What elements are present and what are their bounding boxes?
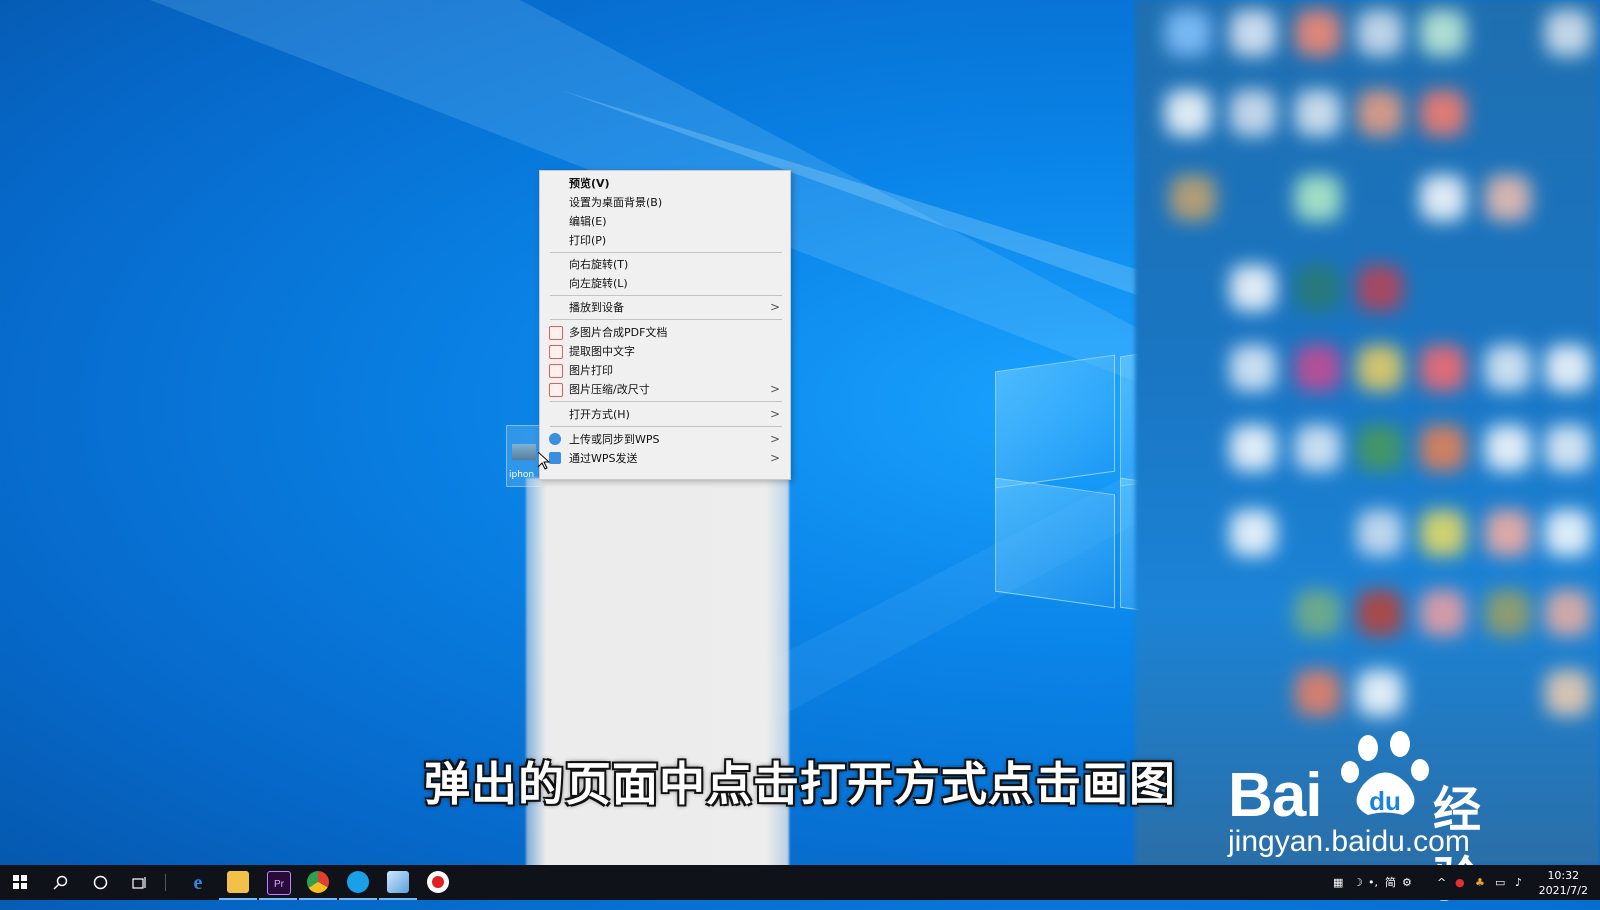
chevron-right-icon: > xyxy=(769,407,780,421)
menu-separator xyxy=(550,426,782,427)
menu-item-preview[interactable]: 预览(V) xyxy=(540,174,790,193)
menu-separator xyxy=(550,295,782,296)
messaging-app-icon[interactable] xyxy=(347,871,369,893)
menu-separator xyxy=(550,252,782,253)
tray-punctuation-icon[interactable]: •, xyxy=(1368,865,1378,900)
taskbar: e Pr ▦ ☽ •, 简 ⚙ ^ ● ♣ ▭ ♪ 10:32 2021/7/2 xyxy=(0,865,1600,900)
cortana-circle-icon xyxy=(93,875,107,890)
menu-item-rotate-right[interactable]: 向右旋转(T) xyxy=(540,255,790,274)
taskbar-divider xyxy=(165,874,166,891)
cortana-button[interactable] xyxy=(80,865,120,900)
search-icon xyxy=(52,875,67,890)
image-compress-icon xyxy=(549,383,563,397)
cloud-upload-icon xyxy=(549,433,561,445)
baidu-jingyan-watermark: Bai du 经验 jingyan.baidu.com xyxy=(1228,730,1528,908)
menu-separator xyxy=(550,401,782,402)
menu-item-merge-pdf[interactable]: 多图片合成PDF文档 xyxy=(540,323,790,342)
search-button[interactable] xyxy=(40,865,80,900)
tray-ime-simplified[interactable]: 简 xyxy=(1385,865,1396,900)
context-menu: 预览(V) 设置为桌面背景(B) 编辑(E) 打印(P) 向右旋转(T) 向左旋… xyxy=(539,170,791,480)
printer-icon xyxy=(549,364,563,378)
menu-item-cast-to-device[interactable]: 播放到设备 > xyxy=(540,298,790,317)
clock-date: 2021/7/2 xyxy=(1538,884,1588,897)
menu-item-set-desktop-background[interactable]: 设置为桌面背景(B) xyxy=(540,193,790,212)
menu-separator xyxy=(550,319,782,320)
image-thumbnail-icon xyxy=(512,444,536,460)
chrome-browser-icon[interactable] xyxy=(307,871,329,893)
mouse-cursor-icon xyxy=(538,452,550,470)
menu-item-print[interactable]: 打印(P) xyxy=(540,231,790,250)
network-icon[interactable]: ▭ xyxy=(1495,865,1505,900)
windows-start-icon xyxy=(13,875,27,889)
baidu-paw-logo: du xyxy=(1341,731,1429,816)
svg-text:Pr: Pr xyxy=(274,879,285,890)
tray-ime-grid-icon[interactable]: ▦ xyxy=(1333,865,1343,900)
svg-text:du: du xyxy=(1369,786,1401,816)
premiere-pro-icon[interactable]: Pr xyxy=(267,871,291,895)
text-extract-icon xyxy=(549,345,563,359)
chevron-right-icon: > xyxy=(769,451,780,465)
send-icon xyxy=(549,452,561,464)
tray-app-icon[interactable]: ♣ xyxy=(1475,865,1485,900)
menu-item-edit[interactable]: 编辑(E) xyxy=(540,212,790,231)
task-view-button[interactable] xyxy=(120,865,160,900)
menu-item-image-print[interactable]: 图片打印 xyxy=(540,361,790,380)
menu-item-rotate-left[interactable]: 向左旋转(L) xyxy=(540,274,790,293)
tray-show-hidden-chevron-up-icon[interactable]: ^ xyxy=(1437,865,1446,900)
clock-time: 10:32 xyxy=(1547,869,1580,882)
pdf-merge-icon xyxy=(549,326,563,340)
tray-moon-icon[interactable]: ☽ xyxy=(1353,865,1363,900)
chevron-right-icon: > xyxy=(769,300,780,314)
menu-item-send-via-wps[interactable]: 通过WPS发送 > xyxy=(540,449,790,468)
tray-settings-gear-icon[interactable]: ⚙ xyxy=(1402,865,1412,900)
file-explorer-icon[interactable] xyxy=(227,871,249,893)
taskbar-clock[interactable]: 10:32 2021/7/2 xyxy=(1539,868,1588,898)
tray-record-icon[interactable]: ● xyxy=(1455,865,1465,900)
photos-app-icon[interactable] xyxy=(387,871,409,893)
menu-item-extract-text[interactable]: 提取图中文字 xyxy=(540,342,790,361)
svg-text:e: e xyxy=(194,872,203,893)
menu-item-open-with[interactable]: 打开方式(H) > xyxy=(540,405,790,424)
chevron-right-icon: > xyxy=(769,382,780,396)
screen-recorder-icon[interactable] xyxy=(427,871,449,893)
edge-browser-icon[interactable]: e xyxy=(187,871,209,894)
start-button[interactable] xyxy=(0,865,40,900)
menu-item-compress-resize[interactable]: 图片压缩/改尺寸 > xyxy=(540,380,790,399)
menu-item-upload-wps[interactable]: 上传或同步到WPS > xyxy=(540,430,790,449)
task-view-icon xyxy=(132,877,146,889)
chevron-right-icon: > xyxy=(769,432,780,446)
volume-icon[interactable]: ♪ xyxy=(1515,865,1522,900)
